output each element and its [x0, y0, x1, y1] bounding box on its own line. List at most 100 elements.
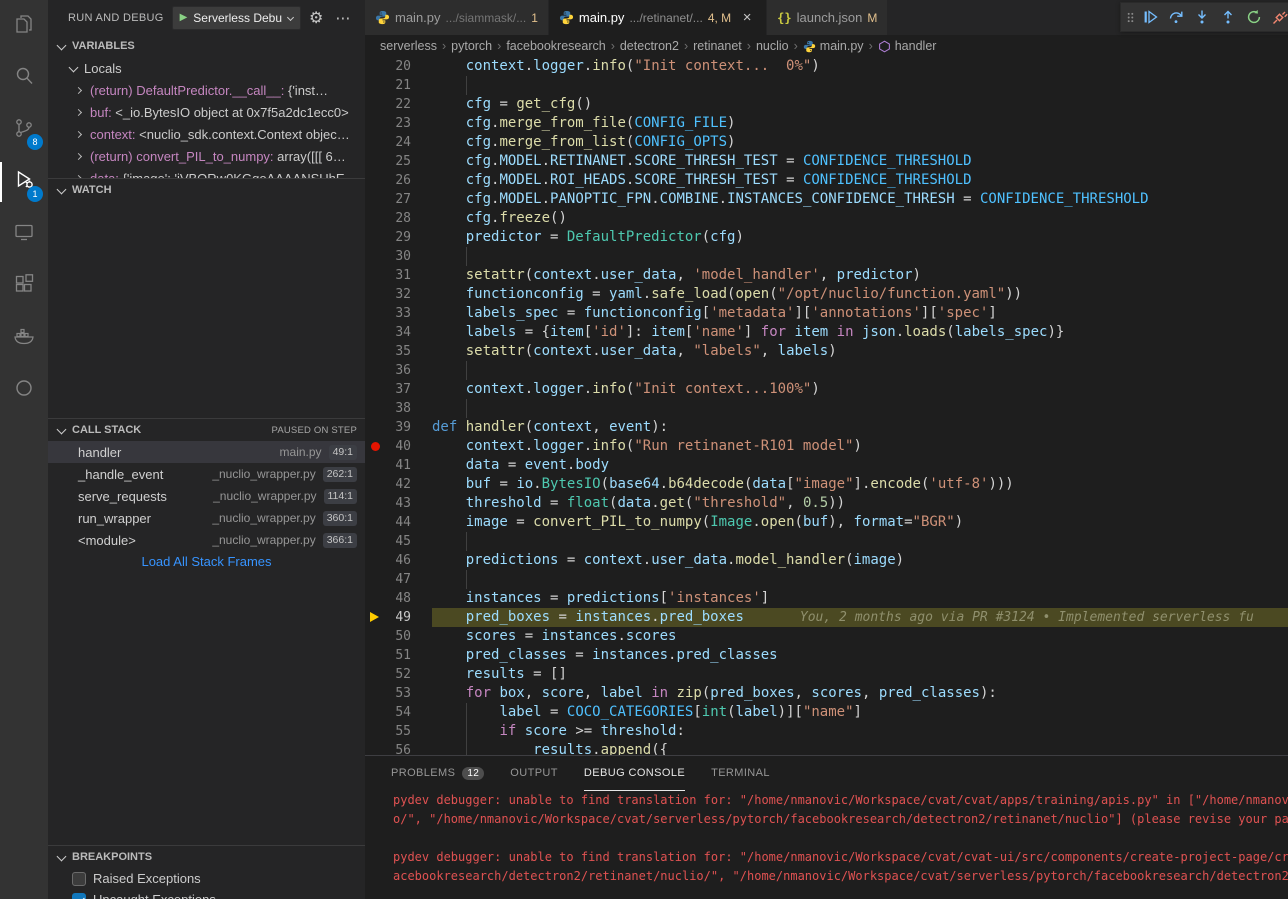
breadcrumb-item[interactable]: facebookresearch	[506, 39, 605, 53]
code-content[interactable]	[432, 76, 1288, 95]
debug-config-dropdown[interactable]: ▶ Serverless Debu	[172, 6, 301, 30]
gutter[interactable]: 26	[365, 171, 432, 190]
variable-row[interactable]: (return) convert_PIL_to_numpy: array([[[…	[48, 145, 365, 167]
panel-tab-problems[interactable]: PROBLEMS12	[391, 756, 484, 791]
code-line-46[interactable]: 46 predictions = context.user_data.model…	[365, 551, 1288, 570]
gutter[interactable]: 34	[365, 323, 432, 342]
code-content[interactable]: threshold = float(data.get("threshold", …	[432, 494, 1288, 513]
gutter[interactable]: 25	[365, 152, 432, 171]
chevron-right-icon[interactable]	[75, 174, 82, 178]
gutter[interactable]: 43	[365, 494, 432, 513]
chevron-right-icon[interactable]	[75, 108, 82, 115]
gear-icon[interactable]: ⚙	[309, 8, 323, 28]
console-line[interactable]: pydev debugger: unable to find translati…	[393, 791, 1288, 810]
gutter[interactable]: 47	[365, 570, 432, 589]
code-line-20[interactable]: 20 context.logger.info("Init context... …	[365, 57, 1288, 76]
code-line-35[interactable]: 35 setattr(context.user_data, "labels", …	[365, 342, 1288, 361]
console-line[interactable]	[393, 829, 1288, 848]
gutter[interactable]: 45	[365, 532, 432, 551]
variable-row[interactable]: data: {'image': 'iVBORw0KGgoAAAANSUhE…	[48, 167, 365, 178]
code-content[interactable]	[432, 532, 1288, 551]
code-line-45[interactable]: 45	[365, 532, 1288, 551]
code-content[interactable]: context.logger.info("Init context... 0%"…	[432, 57, 1288, 76]
breadcrumb-item[interactable]: pytorch	[451, 39, 492, 53]
code-line-41[interactable]: 41 data = event.body	[365, 456, 1288, 475]
code-content[interactable]: image = convert_PIL_to_numpy(Image.open(…	[432, 513, 1288, 532]
code-line-50[interactable]: 50 scores = instances.scores	[365, 627, 1288, 646]
step-out-button[interactable]	[1215, 4, 1241, 30]
code-line-32[interactable]: 32 functionconfig = yaml.safe_load(open(…	[365, 285, 1288, 304]
code-content[interactable]: results.append({	[432, 741, 1288, 755]
gutter[interactable]: 22	[365, 95, 432, 114]
breadcrumb-item[interactable]: handler	[878, 39, 937, 53]
chevron-right-icon[interactable]	[75, 130, 82, 137]
code-content[interactable]: cfg.freeze()	[432, 209, 1288, 228]
code-content[interactable]	[432, 247, 1288, 266]
panel-tab-terminal[interactable]: TERMINAL	[711, 756, 770, 791]
code-content[interactable]: label = COCO_CATEGORIES[int(label)]["nam…	[432, 703, 1288, 722]
breadcrumb-item[interactable]: retinanet	[693, 39, 742, 53]
variable-row[interactable]: (return) DefaultPredictor.__call__: {'in…	[48, 79, 365, 101]
code-content[interactable]: results = []	[432, 665, 1288, 684]
code-content[interactable]: buf = io.BytesIO(base64.b64decode(data["…	[432, 475, 1288, 494]
editor-tab[interactable]: main.py.../retinanet/...4, M×	[549, 0, 767, 35]
gutter[interactable]: 50	[365, 627, 432, 646]
activity-explorer[interactable]	[0, 0, 48, 52]
gutter[interactable]: 30	[365, 247, 432, 266]
step-into-button[interactable]	[1189, 4, 1215, 30]
code-line-47[interactable]: 47	[365, 570, 1288, 589]
code-line-24[interactable]: 24 cfg.merge_from_list(CONFIG_OPTS)	[365, 133, 1288, 152]
activity-run-debug[interactable]: 1	[0, 156, 48, 208]
code-content[interactable]: for box, score, label in zip(pred_boxes,…	[432, 684, 1288, 703]
code-line-38[interactable]: 38	[365, 399, 1288, 418]
stack-frame[interactable]: _handle_event_nuclio_wrapper.py262:1	[48, 463, 365, 485]
code-line-21[interactable]: 21	[365, 76, 1288, 95]
activity-extensions[interactable]	[0, 260, 48, 312]
gutter[interactable]: 48	[365, 589, 432, 608]
code-line-29[interactable]: 29 predictor = DefaultPredictor(cfg)	[365, 228, 1288, 247]
start-debug-icon[interactable]: ▶	[180, 12, 188, 23]
code-content[interactable]: data = event.body	[432, 456, 1288, 475]
code-line-25[interactable]: 25 cfg.MODEL.RETINANET.SCORE_THRESH_TEST…	[365, 152, 1288, 171]
code-content[interactable]: if score >= threshold:	[432, 722, 1288, 741]
gutter[interactable]: 36	[365, 361, 432, 380]
gutter[interactable]: 20	[365, 57, 432, 76]
code-content[interactable]: predictions = context.user_data.model_ha…	[432, 551, 1288, 570]
code-content[interactable]: labels_spec = functionconfig['metadata']…	[432, 304, 1288, 323]
gutter[interactable]: 31	[365, 266, 432, 285]
gutter[interactable]: 23	[365, 114, 432, 133]
call-stack-pane-header[interactable]: CALL STACK PAUSED ON STEP	[48, 419, 365, 441]
panel-tab-output[interactable]: OUTPUT	[510, 756, 558, 791]
code-content[interactable]	[432, 570, 1288, 589]
disconnect-button[interactable]	[1267, 4, 1288, 30]
scope-locals[interactable]: Locals	[48, 57, 365, 79]
gutter[interactable]: 33	[365, 304, 432, 323]
code-line-22[interactable]: 22 cfg = get_cfg()	[365, 95, 1288, 114]
variable-row[interactable]: context: <nuclio_sdk.context.Context obj…	[48, 123, 365, 145]
code-line-28[interactable]: 28 cfg.freeze()	[365, 209, 1288, 228]
code-content[interactable]: predictor = DefaultPredictor(cfg)	[432, 228, 1288, 247]
code-content[interactable]: context.logger.info("Run retinanet-R101 …	[432, 437, 1288, 456]
code-content[interactable]: setattr(context.user_data, "labels", lab…	[432, 342, 1288, 361]
code-content[interactable]: def handler(context, event):	[432, 418, 1288, 437]
variables-pane-header[interactable]: VARIABLES	[48, 35, 365, 57]
code-content[interactable]	[432, 399, 1288, 418]
gutter[interactable]: 21	[365, 76, 432, 95]
panel-tab-debug-console[interactable]: DEBUG CONSOLE	[584, 756, 685, 791]
gutter[interactable]: 56	[365, 741, 432, 755]
breakpoint-icon[interactable]	[371, 442, 380, 451]
code-content[interactable]: scores = instances.scores	[432, 627, 1288, 646]
gutter[interactable]: 24	[365, 133, 432, 152]
load-all-stack-frames-link[interactable]: Load All Stack Frames	[48, 551, 365, 573]
code-content[interactable]: pred_boxes = instances.pred_boxesYou, 2 …	[432, 608, 1288, 627]
stack-frame[interactable]: <module>_nuclio_wrapper.py366:1	[48, 529, 365, 551]
console-line[interactable]: pydev debugger: unable to find translati…	[393, 848, 1288, 867]
gutter[interactable]: 27	[365, 190, 432, 209]
gutter[interactable]: 40	[365, 437, 432, 456]
code-content[interactable]: setattr(context.user_data, 'model_handle…	[432, 266, 1288, 285]
chevron-right-icon[interactable]	[75, 152, 82, 159]
code-line-30[interactable]: 30	[365, 247, 1288, 266]
gutter[interactable]: 54	[365, 703, 432, 722]
code-line-23[interactable]: 23 cfg.merge_from_file(CONFIG_FILE)	[365, 114, 1288, 133]
code-line-37[interactable]: 37 context.logger.info("Init context...1…	[365, 380, 1288, 399]
